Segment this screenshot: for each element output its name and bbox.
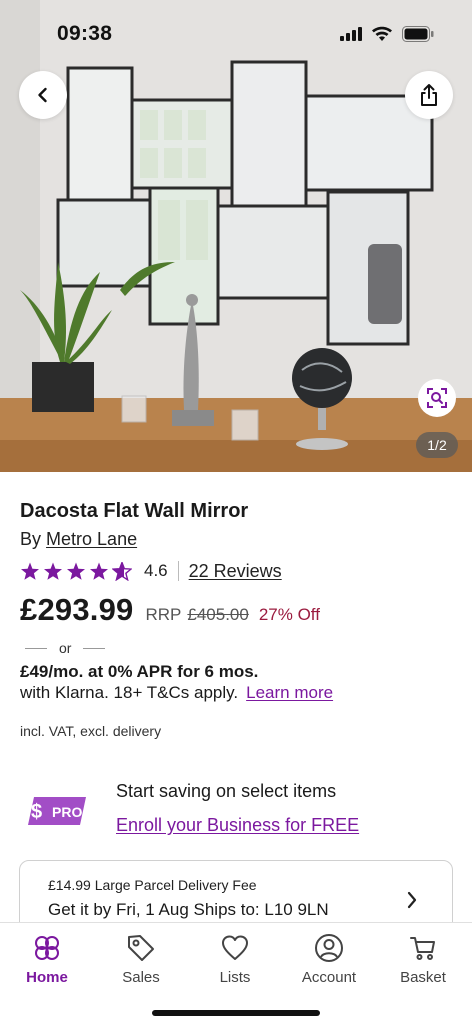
tag-icon [128,935,154,961]
nav-account[interactable]: Account [282,933,376,986]
nav-sales-label: Sales [122,969,160,986]
share-icon [421,84,437,106]
star-icon [67,562,85,580]
nav-sales[interactable]: Sales [94,933,188,986]
share-button[interactable] [405,71,453,119]
chevron-right-icon [407,891,417,909]
heart-icon [222,935,248,960]
or-divider: or [25,640,106,656]
rating-divider [177,561,179,581]
product-photo [0,0,472,472]
back-button[interactable] [19,71,67,119]
home-flower-icon [35,936,59,960]
nav-lists[interactable]: Lists [188,933,282,986]
nav-lists-label: Lists [219,969,251,986]
sale-price: £293.99 [20,592,134,627]
status-icons [340,26,434,42]
home-indicator[interactable] [152,1010,320,1016]
brand-link[interactable]: Metro Lane [46,529,137,549]
star-half-icon [112,561,132,581]
status-time: 09:38 [57,22,113,45]
wifi-icon [372,26,392,41]
zoom-icon [427,388,447,408]
image-counter: 1/2 [416,432,458,458]
enroll-business-link[interactable]: Enroll your Business for FREE [116,815,359,836]
cellular-signal-icon [340,27,362,41]
star-icon [21,562,39,580]
pro-badge-text: PRO [52,804,82,820]
financing-offer: £49/mo. at 0% APR for 6 mos. [20,662,259,681]
cart-icon [410,937,435,960]
rating-stars [20,561,132,581]
financing-terms: with Klarna. 18+ T&Cs apply. Learn more [20,683,333,703]
by-label: By [20,529,42,549]
nav-home[interactable]: Home [0,933,94,986]
back-icon [38,87,47,103]
pro-badge-icon: $ PRO [28,797,86,825]
battery-icon [402,26,434,42]
rating-value: 4.6 [144,561,168,580]
nav-basket[interactable]: Basket [376,933,470,986]
learn-more-link[interactable]: Learn more [246,683,333,702]
zoom-button[interactable] [418,379,456,417]
user-icon [315,934,343,962]
financing-terms-text: with Klarna. 18+ T&Cs apply. [20,683,239,702]
rating-row: 4.6 22 Reviews [20,560,282,582]
discount-label: 27% Off [258,605,320,624]
vat-note: incl. VAT, excl. delivery [20,723,162,739]
star-icon [44,562,62,580]
product-image[interactable]: 09:38 1/2 [0,0,472,472]
or-label: or [59,640,72,656]
rrp-label: RRP [145,605,182,624]
delivery-fee: £14.99 Large Parcel Delivery Fee [48,877,257,893]
star-icon [90,562,108,580]
delivery-eta: Get it by Fri, 1 Aug Ships to: L10 9LN [48,900,329,919]
pro-badge-symbol: $ [31,801,42,823]
pro-promo-text: Start saving on select items [116,781,337,801]
reviews-link[interactable]: 22 Reviews [189,561,282,582]
price-row: £293.99 RRP £405.00 27% Off [20,592,320,628]
bottom-nav: Home Sales Lists Account Basket [0,922,472,1024]
rrp-price: £405.00 [187,605,249,624]
status-bar: 09:38 [0,0,472,64]
brand-line: By Metro Lane [20,529,137,550]
nav-home-label: Home [26,969,68,986]
nav-account-label: Account [301,969,357,986]
product-title: Dacosta Flat Wall Mirror [20,500,249,522]
nav-basket-label: Basket [400,969,446,986]
